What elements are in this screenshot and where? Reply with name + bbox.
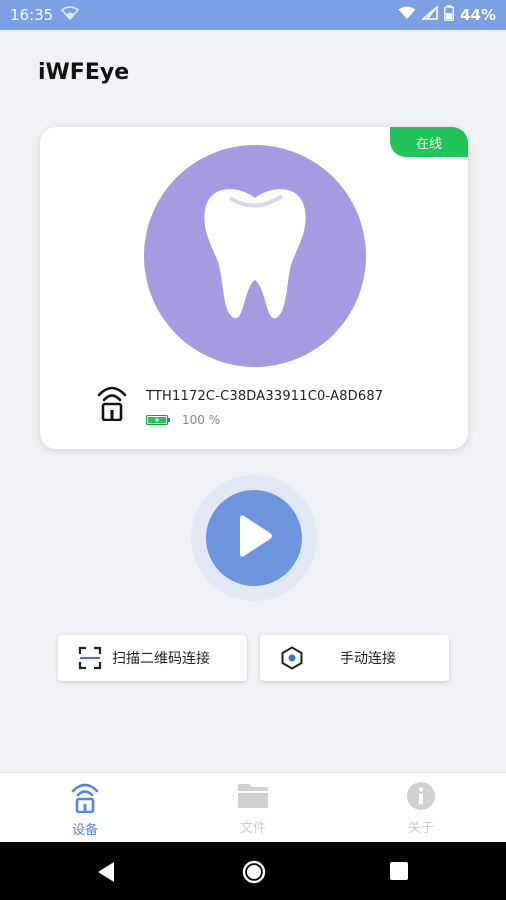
- online-status-badge: 在线: [390, 127, 468, 157]
- bottom-nav: 设备 文件 关于: [0, 772, 506, 842]
- info-icon: [406, 781, 436, 815]
- wifi-notification-icon: [61, 6, 80, 24]
- tooth-icon: [200, 184, 310, 328]
- device-card[interactable]: 在线 TTH1172C-C38DA33911C0-A8D687 100 %: [40, 127, 468, 449]
- home-icon[interactable]: [242, 860, 266, 888]
- play-icon: [234, 514, 274, 562]
- device-id: TTH1172C-C38DA33911C0-A8D687: [146, 389, 384, 404]
- back-icon[interactable]: [96, 861, 116, 887]
- device-image: [144, 145, 366, 367]
- system-nav-bar: [0, 842, 506, 900]
- nav-item-about[interactable]: 关于: [376, 781, 466, 837]
- nav-item-files[interactable]: 文件: [208, 781, 298, 837]
- signal-icon: [420, 5, 438, 24]
- scan-qr-connect-label: 扫描二维码连接: [112, 651, 210, 667]
- scan-qr-connect-button[interactable]: 扫描二维码连接: [58, 635, 247, 681]
- battery-icon: [444, 5, 454, 25]
- device-battery-percent: 100 %: [182, 412, 221, 427]
- wifi-device-icon: [96, 383, 128, 425]
- device-battery-icon: [146, 410, 170, 429]
- nav-label-about: 关于: [407, 821, 434, 836]
- status-bar: 16:35 44%: [0, 0, 506, 30]
- nav-item-devices[interactable]: 设备: [40, 781, 130, 838]
- device-battery: 100 %: [146, 410, 220, 429]
- app-title: iWFEye: [38, 60, 130, 85]
- folder-icon: [237, 781, 269, 815]
- play-button[interactable]: [206, 490, 302, 586]
- recent-apps-icon[interactable]: [390, 862, 408, 884]
- status-time: 16:35: [10, 6, 54, 24]
- qr-scan-icon: [78, 646, 102, 674]
- nav-label-devices: 设备: [71, 823, 98, 838]
- wifi-icon: [398, 6, 416, 24]
- nav-label-files: 文件: [239, 821, 266, 836]
- manual-connect-label: 手动连接: [340, 651, 396, 667]
- hexagon-settings-icon: [280, 646, 304, 674]
- manual-connect-button[interactable]: 手动连接: [260, 635, 449, 681]
- device-icon: [71, 781, 99, 817]
- battery-percent-text: 44%: [460, 6, 496, 24]
